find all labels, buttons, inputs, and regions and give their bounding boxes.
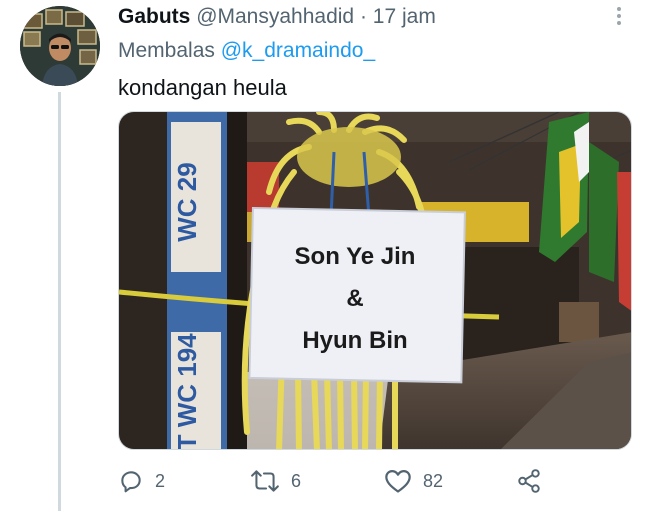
tweet-image[interactable]: WC 29 OT WC 194 Son Ye Jin & Hyun Bin bbox=[118, 111, 632, 450]
tweet-header: Gabuts @Mansyahhadid · 17 jam bbox=[118, 4, 436, 30]
timestamp[interactable]: 17 jam bbox=[373, 5, 436, 28]
tweet-actions: 2 6 82 bbox=[118, 464, 632, 498]
replying-to-handle[interactable]: @k_dramaindo_ bbox=[221, 39, 375, 62]
share-icon bbox=[518, 469, 540, 493]
svg-text:WC 29: WC 29 bbox=[172, 162, 202, 241]
reply-button[interactable]: 2 bbox=[118, 464, 165, 498]
sign-line-1: Son Ye Jin bbox=[295, 243, 416, 270]
display-name[interactable]: Gabuts bbox=[118, 5, 190, 28]
sign-line-2: & bbox=[346, 285, 363, 312]
replying-to-prefix: Membalas bbox=[118, 39, 215, 62]
retweet-icon bbox=[251, 470, 279, 492]
sign-line-3: Hyun Bin bbox=[302, 327, 407, 354]
retweet-count: 6 bbox=[291, 470, 302, 491]
reply-icon bbox=[121, 471, 141, 493]
replying-to: Membalas @k_dramaindo_ bbox=[118, 38, 375, 64]
separator: · bbox=[359, 5, 367, 28]
like-count: 82 bbox=[423, 470, 444, 491]
svg-text:OT WC 194: OT WC 194 bbox=[172, 333, 202, 450]
tweet-text: kondangan heula bbox=[118, 75, 287, 100]
share-button[interactable] bbox=[516, 464, 542, 498]
reply-count: 2 bbox=[155, 470, 166, 491]
like-button[interactable]: 82 bbox=[384, 464, 443, 498]
handle[interactable]: @Mansyahhadid bbox=[196, 5, 354, 28]
like-icon bbox=[385, 469, 411, 493]
avatar-icon[interactable] bbox=[20, 6, 100, 86]
thread-line bbox=[58, 92, 61, 511]
more-icon[interactable] bbox=[612, 4, 626, 28]
retweet-button[interactable]: 6 bbox=[250, 464, 301, 498]
